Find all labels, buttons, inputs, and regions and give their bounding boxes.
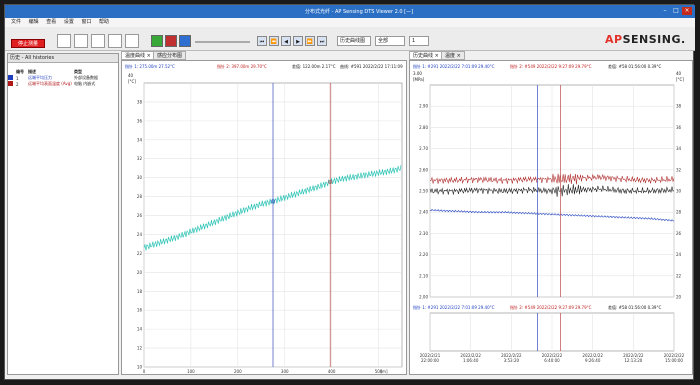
x-tick-label: 300 — [281, 369, 289, 374]
left-tab-bar: 温度曲线 × 感应分布图 — [121, 51, 407, 60]
tab-temperature[interactable]: 温度 × — [441, 51, 465, 60]
table-row[interactable]: 2 远端平均表面温度 (Avg) 电脑 内嵌式 — [8, 81, 118, 87]
y-tick-label: 14 — [137, 327, 143, 332]
y-tick-label: 32 — [137, 156, 143, 161]
history-chart-select[interactable]: 历史曲线图 — [337, 36, 371, 46]
x-tick-label: 100 — [187, 369, 195, 374]
first-icon[interactable]: ⏮ — [257, 36, 267, 46]
y-tick-label: 10 — [137, 365, 143, 370]
y-tick-label: 24 — [137, 232, 143, 237]
close-icon[interactable]: × — [682, 7, 692, 15]
y-left-tick-label: 2.50 — [419, 189, 428, 194]
y-right-tick-label: 28 — [676, 210, 682, 215]
right-tab-bar: 历史曲线 × 温度 × — [409, 51, 693, 60]
x-tick-label: 400 — [328, 369, 336, 374]
progress-slider[interactable] — [195, 41, 250, 43]
history-panel: 历史 - All histories 编号 描述 类型 1 远端平均压力 外部设… — [7, 53, 119, 375]
menu-window[interactable]: 窗口 — [81, 18, 91, 27]
right-chart-panel: 指针 1: #291 2022/2/22 7:01:09 29.40°C 指针 … — [409, 60, 693, 375]
menu-file[interactable]: 文件 — [11, 18, 21, 27]
app-window: 分布式光纤 - AP Sensing DTS Viewer 2.0 [—] – … — [4, 4, 695, 380]
y-right-tick-label: 24 — [676, 252, 682, 257]
y-tick-label: 38 — [137, 99, 143, 104]
x-tick-label: 6:40:00 — [544, 358, 560, 363]
menu-view[interactable]: 查看 — [46, 18, 56, 27]
y-tick-label: 18 — [137, 289, 143, 294]
prev-fast-icon[interactable]: ⏪ — [269, 36, 279, 46]
menu-edit[interactable]: 编辑 — [29, 18, 39, 27]
history-table: 编号 描述 类型 1 远端平均压力 外部设备数据 2 远端平均表面温度 (Avg… — [8, 69, 118, 87]
x-tick-label: 200 — [234, 369, 242, 374]
y-tick-label: 12 — [137, 346, 143, 351]
x-tick-label: 9:26:40 — [585, 358, 601, 363]
y-right-tick-label: 34 — [676, 146, 682, 151]
y-left-tick-label: 2.10 — [419, 273, 428, 278]
y-left-tick-label: 2.40 — [419, 210, 428, 215]
history-panel-title: 历史 - All histories — [8, 54, 118, 63]
x-axis-label: [m] — [380, 369, 387, 374]
y-right-tick-label: 36 — [676, 125, 682, 130]
series-color-swatch — [8, 81, 13, 86]
y-right-tick-label: 38 — [676, 104, 682, 109]
y-tick-label: 34 — [137, 137, 143, 142]
y-right-tick-label: 32 — [676, 167, 682, 172]
chart-tool-icon-2[interactable] — [74, 34, 88, 48]
left-chart-panel: 指针 1: 275.00m 27.52°C 指针 2: 397.00m 29.7… — [121, 60, 407, 375]
temperature-chart[interactable]: 10 12 14 16 18 20 22 24 26 28 30 32 34 36 38 0 100 200 300… — [122, 61, 408, 376]
next-fast-icon[interactable]: ⏩ — [305, 36, 315, 46]
y-left-tick-label: 2.00 — [419, 295, 428, 300]
chart-tool-icon-5[interactable] — [125, 34, 139, 48]
chart-tool-icon-3[interactable] — [91, 34, 105, 48]
y-left-tick-label: 2.90 — [419, 104, 428, 109]
range-select[interactable]: 全部 — [375, 36, 405, 46]
y-left-tick-label: 2.70 — [419, 146, 428, 151]
y-tick-label: 30 — [137, 175, 143, 180]
x-tick-label: 22:00:00 — [421, 358, 439, 363]
y-right-tick-label: 20 — [676, 295, 682, 300]
y-left-tick-label: 2.60 — [419, 167, 428, 172]
history-chart[interactable]: 2.00 20 2.10 22 2.20 24 2.30 26 2.40 28 2.50 30 2.60… — [410, 61, 694, 376]
play-icon[interactable] — [151, 35, 163, 47]
maximize-icon[interactable]: □ — [671, 7, 681, 15]
x-tick-label: 0 — [143, 369, 146, 374]
last-icon[interactable]: ⏭ — [317, 36, 327, 46]
chart-tool-icon-4[interactable] — [108, 34, 122, 48]
tab-sensing-distribution[interactable]: 感应分布图 — [153, 51, 187, 60]
title-bar: 分布式光纤 - AP Sensing DTS Viewer 2.0 [—] – … — [5, 5, 695, 18]
stop-icon[interactable] — [179, 35, 191, 47]
x-tick-label: 1:06:40 — [463, 358, 479, 363]
x-tick-label: 15:00:00 — [665, 358, 683, 363]
series-color-swatch — [8, 75, 13, 80]
chart-tool-icon-1[interactable] — [57, 34, 71, 48]
prev-icon[interactable]: ◀ — [281, 36, 291, 46]
y-right-tick-label: 26 — [676, 231, 682, 236]
y-tick-label: 20 — [137, 270, 143, 275]
menu-settings[interactable]: 设置 — [64, 18, 74, 27]
y-tick-label: 36 — [137, 118, 143, 123]
menu-help[interactable]: 帮助 — [99, 18, 109, 27]
y-tick-label: 28 — [137, 194, 143, 199]
y-tick-label: 26 — [137, 213, 143, 218]
record-icon[interactable] — [165, 35, 177, 47]
tab-temperature-curve[interactable]: 温度曲线 × — [121, 51, 155, 60]
menu-bar: 文件 编辑 查看 设置 窗口 帮助 — [5, 18, 695, 27]
y-right-tick-label: 30 — [676, 189, 682, 194]
y-left-tick-label: 2.30 — [419, 231, 428, 236]
y-left-tick-label: 2.80 — [419, 125, 428, 130]
y-tick-label: 22 — [137, 251, 143, 256]
next-icon[interactable]: ▶ — [293, 36, 303, 46]
y-left-tick-label: 2.20 — [419, 252, 428, 257]
window-title: 分布式光纤 - AP Sensing DTS Viewer 2.0 [—] — [305, 9, 414, 15]
tab-history-curve[interactable]: 历史曲线 × — [409, 51, 443, 60]
y-right-tick-label: 22 — [676, 273, 682, 278]
minimize-icon[interactable]: – — [660, 7, 670, 15]
y-tick-label: 16 — [137, 308, 143, 313]
page-stepper[interactable]: 1 — [409, 36, 429, 46]
stop-measurement-button[interactable]: 停止测量 — [11, 39, 45, 48]
x-tick-label: 3:53:20 — [504, 358, 520, 363]
ap-sensing-logo: APSENSING. — [605, 33, 686, 46]
x-tick-label: 12:13:20 — [624, 358, 642, 363]
toolbar: 停止测量 ⏮ ⏪ ◀ ▶ ⏩ ⏭ 历史曲线图 全部 1 APSENSING. — [5, 27, 695, 51]
